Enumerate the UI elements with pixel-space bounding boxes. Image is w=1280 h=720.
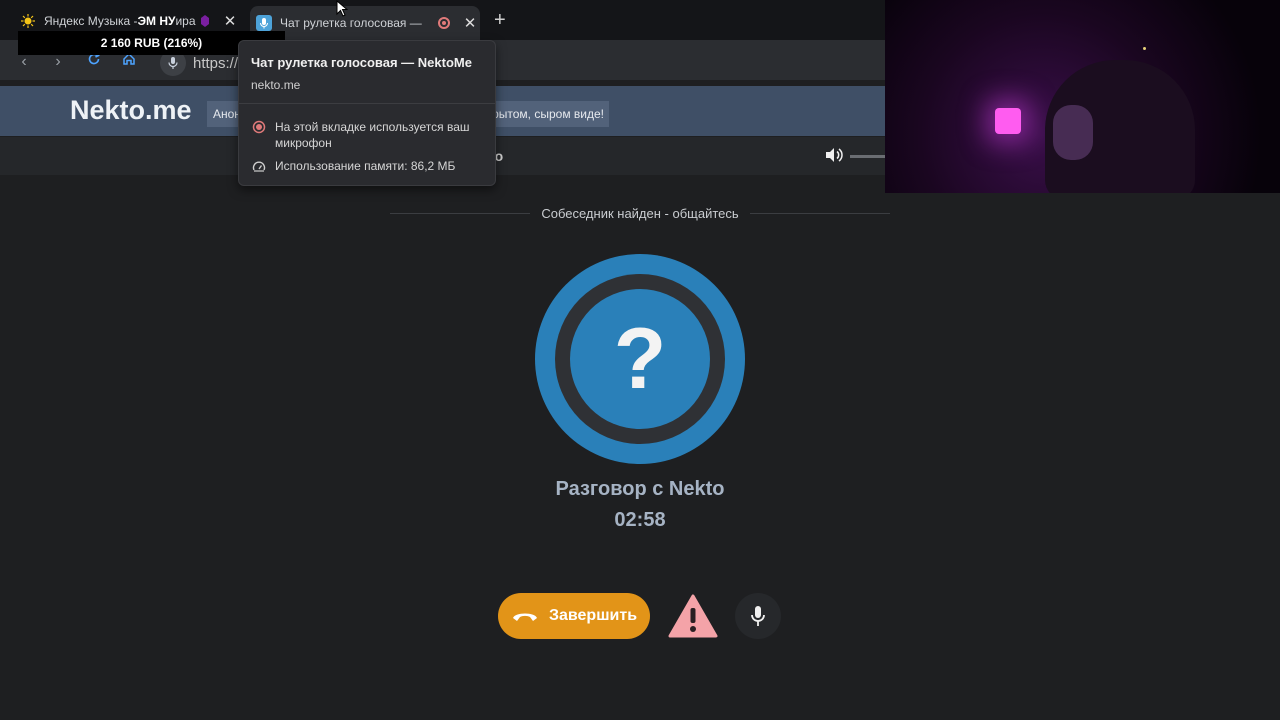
webcam-overlay <box>885 0 1280 193</box>
back-icon[interactable]: ‹ <box>14 52 34 72</box>
new-tab-button[interactable]: + <box>494 9 506 32</box>
question-mark-icon: ? <box>570 289 710 429</box>
tab-title: Чат рулетка голосовая — <box>280 16 422 30</box>
microphone-icon <box>751 606 765 626</box>
mouse-cursor-icon <box>336 0 349 23</box>
chat-status-text: Собеседник найден - общайтесь <box>541 206 739 221</box>
partner-avatar: ? <box>535 254 745 464</box>
call-timer: 02:58 <box>614 509 666 531</box>
address-bar[interactable]: https:// <box>193 55 238 72</box>
monitor-glow <box>995 108 1021 134</box>
conversation-title: Разговор с Nekto <box>555 478 725 500</box>
microphone-favicon-icon <box>256 15 272 31</box>
audio-wave-icon <box>198 14 212 28</box>
divider <box>390 213 530 214</box>
memory-usage-text: Использование памяти: 86,2 МБ <box>275 159 456 173</box>
report-warning-icon[interactable] <box>668 594 718 643</box>
hover-card-title: Чат рулетка голосовая — NektoMe <box>251 55 472 70</box>
forward-icon[interactable]: › <box>48 52 68 72</box>
close-tab-icon[interactable]: ✕ <box>460 14 480 32</box>
recording-icon <box>252 120 266 139</box>
microphone-button[interactable] <box>735 593 781 639</box>
hover-card-host: nekto.me <box>251 78 301 92</box>
end-call-button[interactable]: Завершить <box>498 593 650 639</box>
close-tab-icon[interactable]: ✕ <box>220 12 240 30</box>
tab-title: Яндекс Музыка -ЭМ НУира <box>44 14 196 28</box>
recording-icon <box>438 17 450 29</box>
light-dot <box>1143 47 1146 50</box>
volume-icon[interactable] <box>825 147 843 168</box>
site-logo[interactable]: Nekto.me <box>70 95 192 126</box>
streamer-face <box>1053 105 1093 160</box>
notice-text-right: крытом, сыром виде! <box>486 107 604 121</box>
sun-favicon-icon <box>20 13 36 29</box>
tab-hover-card: Чат рулетка голосовая — NektoMe nekto.me… <box>238 40 496 186</box>
divider <box>750 213 890 214</box>
notice-text-left: Анон <box>213 107 241 121</box>
volume-slider[interactable] <box>850 155 885 158</box>
reload-icon[interactable] <box>84 52 104 72</box>
divider <box>239 103 495 104</box>
microphone-usage-text: На этой вкладке используется ваш микрофо… <box>275 120 470 150</box>
hang-up-phone-icon <box>512 613 537 621</box>
memory-gauge-icon <box>252 160 266 179</box>
end-call-label: Завершить <box>548 607 638 624</box>
home-icon[interactable] <box>119 52 139 72</box>
